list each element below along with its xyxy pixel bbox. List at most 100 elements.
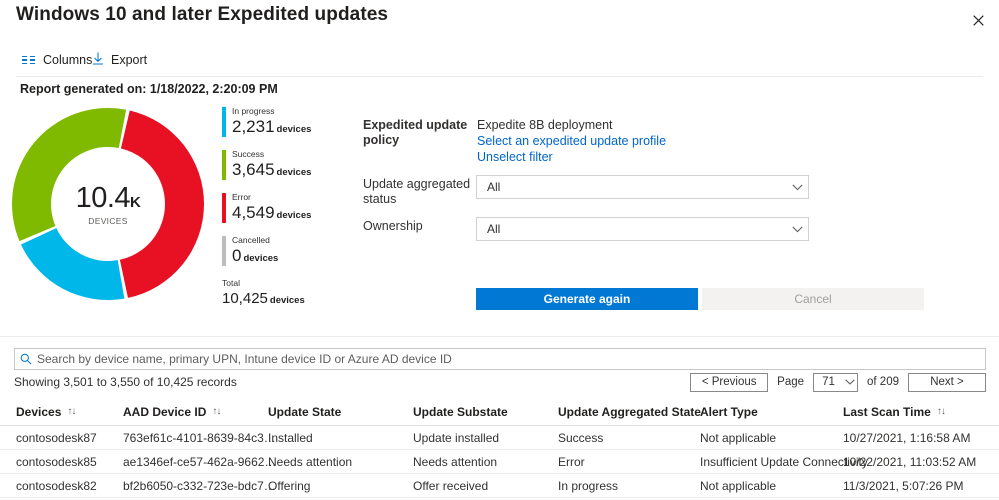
- donut-center-value: 10.4K: [8, 182, 208, 215]
- cell-update-state: Offering: [268, 474, 310, 497]
- ownership-label: Ownership: [363, 219, 478, 234]
- generate-again-button[interactable]: Generate again: [476, 288, 698, 310]
- legend-value-success: 3,645devices: [232, 160, 337, 183]
- legend-value-total: 10,425devices: [222, 289, 337, 311]
- pagination-controls: < Previous Page 71 of 209 Next >: [690, 372, 986, 392]
- donut-center-suffix: K: [130, 194, 140, 211]
- legend-label-cancelled: Cancelled: [232, 235, 337, 246]
- ownership-value: All: [477, 222, 786, 236]
- sort-icon: ↑↓: [212, 406, 220, 417]
- column-header-alert-type: Alert Type: [700, 398, 758, 425]
- chevron-down-icon: [843, 379, 857, 385]
- download-icon: [92, 52, 104, 68]
- ownership-dropdown[interactable]: All: [476, 217, 809, 241]
- legend-item-total: Total 10,425devices: [222, 278, 337, 311]
- chart-legend: In progress 2,231devices Success 3,645de…: [222, 106, 337, 320]
- cell-aad-device-id: ae1346ef-ce57-462a-9662…: [123, 450, 276, 473]
- legend-value-cancelled: 0devices: [232, 246, 337, 269]
- cell-update-aggregated-state: In progress: [558, 474, 618, 497]
- grid-divider: [0, 336, 999, 337]
- legend-swatch-in-progress: [222, 107, 226, 137]
- legend-item-error: Error 4,549devices: [222, 192, 337, 226]
- cell-update-aggregated-state: Success: [558, 426, 603, 449]
- device-status-donut-chart: 10.4K DEVICES: [8, 104, 208, 304]
- legend-item-success: Success 3,645devices: [222, 149, 337, 183]
- update-aggregated-status-dropdown[interactable]: All: [476, 175, 809, 199]
- columns-icon: [22, 55, 36, 65]
- previous-page-button[interactable]: < Previous: [690, 373, 768, 392]
- legend-label-success: Success: [232, 149, 337, 160]
- legend-value-in-progress: 2,231devices: [232, 117, 337, 140]
- legend-number-error: 4,549: [232, 203, 275, 222]
- cell-update-aggregated-state: Error: [558, 450, 585, 473]
- cell-last-scan-time: 10/22/2021, 11:03:52 AM: [843, 450, 976, 473]
- legend-label-in-progress: In progress: [232, 106, 337, 117]
- filter-form: Expedited update policy Expedite 8B depl…: [363, 118, 823, 134]
- donut-center-sublabel: DEVICES: [8, 216, 208, 226]
- policy-value: Expedite 8B deployment: [477, 118, 613, 133]
- columns-button-label: Columns: [43, 53, 92, 67]
- legend-number-total: 10,425: [222, 290, 268, 307]
- select-profile-link[interactable]: Select an expedited update profile: [477, 134, 666, 149]
- toolbar-divider: [16, 76, 983, 77]
- more-options-icon[interactable]: ···: [358, 10, 384, 26]
- total-pages-label: of 209: [867, 376, 899, 388]
- cell-update-substate: Needs attention: [413, 450, 497, 473]
- donut-center-number: 10.4: [76, 182, 130, 214]
- legend-swatch-success: [222, 150, 226, 180]
- legend-number-success: 3,645: [232, 160, 275, 179]
- donut-slice-in-progress[interactable]: [21, 228, 124, 300]
- column-header-devices-label: Devices: [16, 405, 61, 419]
- legend-value-error: 4,549devices: [232, 203, 337, 226]
- page-number-select[interactable]: 71: [813, 373, 858, 392]
- legend-swatch-error: [222, 193, 226, 223]
- export-button-label: Export: [111, 53, 147, 67]
- unselect-filter-link[interactable]: Unselect filter: [477, 150, 553, 165]
- update-aggregated-status-label: Update aggregated status: [363, 177, 478, 207]
- sort-icon: ↑↓: [937, 406, 945, 417]
- column-header-last-scan-time[interactable]: Last Scan Time↑↓: [843, 398, 945, 425]
- legend-unit-success: devices: [277, 167, 312, 178]
- legend-label-total: Total: [222, 278, 337, 289]
- column-header-update-state: Update State: [268, 398, 341, 425]
- devices-table: Devices↑↓ AAD Device ID↑↓ Update State U…: [0, 398, 999, 498]
- column-header-aad-device-id[interactable]: AAD Device ID ↑↓: [123, 398, 220, 425]
- table-row[interactable]: contosodesk82 bf2b6050-c332-723e-bdc7… O…: [0, 474, 999, 498]
- column-header-aad-device-id-label: AAD Device ID: [123, 405, 206, 419]
- chevron-down-icon: [786, 184, 808, 191]
- cell-last-scan-time: 11/3/2021, 5:07:26 PM: [843, 474, 964, 497]
- cell-last-scan-time: 10/27/2021, 1:16:58 AM: [843, 426, 970, 449]
- close-icon[interactable]: [963, 6, 993, 34]
- page-title: Windows 10 and later Expedited updates: [16, 4, 388, 26]
- policy-row: Expedited update policy Expedite 8B depl…: [363, 118, 823, 134]
- cancel-button: Cancel: [702, 288, 924, 310]
- cell-update-substate: Offer received: [413, 474, 488, 497]
- legend-unit-total: devices: [270, 295, 305, 306]
- table-row[interactable]: contosodesk87 763ef61c-4101-8639-84c3… I…: [0, 426, 999, 450]
- column-header-devices[interactable]: Devices↑↓: [16, 398, 75, 425]
- panel-header: Windows 10 and later Expedited updates ·…: [0, 0, 999, 40]
- table-row[interactable]: contosodesk85 ae1346ef-ce57-462a-9662… N…: [0, 450, 999, 474]
- update-aggregated-status-value: All: [477, 180, 786, 194]
- expedited-updates-report-panel: Windows 10 and later Expedited updates ·…: [0, 0, 999, 500]
- search-icon: [15, 353, 37, 365]
- column-header-update-aggregated-state: Update Aggregated State: [558, 398, 701, 425]
- column-header-update-substate: Update Substate: [413, 398, 508, 425]
- legend-item-cancelled: Cancelled 0devices: [222, 235, 337, 269]
- search-box[interactable]: [14, 348, 986, 370]
- next-page-button[interactable]: Next >: [908, 373, 986, 392]
- chevron-down-icon: [786, 226, 808, 233]
- cell-device: contosodesk82: [16, 474, 97, 497]
- legend-unit-cancelled: devices: [243, 253, 278, 264]
- search-input[interactable]: [37, 349, 985, 369]
- legend-item-in-progress: In progress 2,231devices: [222, 106, 337, 140]
- report-generated-text: Report generated on: 1/18/2022, 2:20:09 …: [20, 82, 278, 96]
- cell-update-state: Installed: [268, 426, 313, 449]
- policy-label: Expedited update policy: [363, 118, 478, 148]
- legend-number-cancelled: 0: [232, 246, 241, 265]
- cell-alert-type: Not applicable: [700, 426, 776, 449]
- cell-device: contosodesk85: [16, 450, 97, 473]
- legend-unit-in-progress: devices: [277, 124, 312, 135]
- cell-aad-device-id: bf2b6050-c332-723e-bdc7…: [123, 474, 276, 497]
- export-button[interactable]: Export: [86, 44, 153, 76]
